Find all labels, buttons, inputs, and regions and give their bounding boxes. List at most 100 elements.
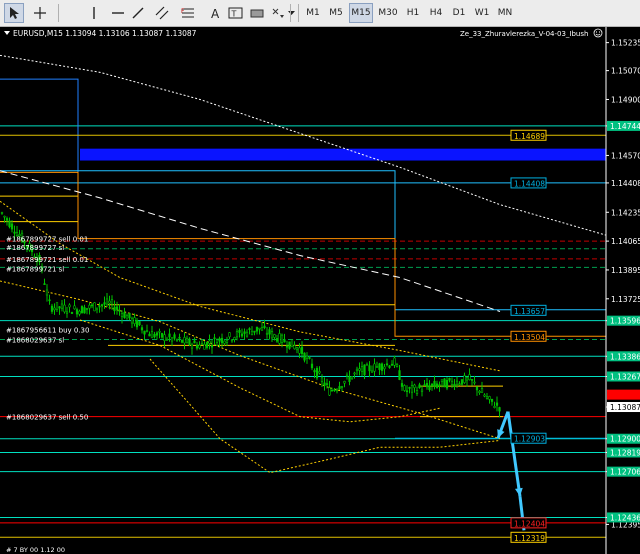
candle-body bbox=[315, 367, 319, 379]
candle-body bbox=[398, 370, 401, 380]
candle-body bbox=[355, 368, 359, 372]
candle-body bbox=[245, 331, 249, 337]
order-label: #1867899727 sell 0.01 bbox=[6, 236, 88, 244]
candle-body bbox=[220, 337, 224, 344]
candle-body bbox=[178, 336, 181, 339]
candle-body bbox=[380, 363, 384, 371]
candle-body bbox=[420, 389, 424, 392]
candle-body bbox=[428, 385, 431, 391]
candle-body bbox=[293, 345, 296, 350]
candle-body bbox=[5, 218, 9, 221]
candle-body bbox=[200, 342, 204, 345]
timeframe-d1[interactable]: D1 bbox=[449, 3, 469, 23]
candle-body bbox=[53, 307, 56, 311]
candle-body bbox=[168, 333, 171, 338]
candle-body bbox=[208, 340, 211, 344]
candle-body bbox=[130, 317, 134, 324]
price-axis-marker-red bbox=[607, 389, 640, 400]
candle-body bbox=[8, 220, 11, 228]
candle-body bbox=[298, 347, 301, 354]
price-chart[interactable]: #1867899727 sell 0.01 #1867899727 sl #1867… bbox=[0, 27, 640, 554]
bottom-status-text: # 7 BY 00 1.12 00 bbox=[6, 546, 65, 554]
order-label: #1867899727 sl bbox=[6, 244, 64, 252]
candle-body bbox=[78, 310, 81, 315]
candle-body bbox=[110, 299, 114, 305]
candle-body bbox=[120, 313, 124, 318]
arrow-mark-icon bbox=[270, 6, 286, 20]
candle-body bbox=[418, 384, 421, 389]
timeframe-m1[interactable]: M1 bbox=[303, 3, 323, 23]
candle-body bbox=[300, 346, 304, 354]
price-axis-label: 1.13895 bbox=[611, 266, 640, 275]
cursor-icon bbox=[7, 6, 21, 20]
text-tool[interactable]: A bbox=[205, 3, 225, 23]
candle-body bbox=[365, 363, 369, 366]
chart-toolbar: F A T M1 M5 M15 M30 H1 H4 D1 W1 MN bbox=[0, 0, 640, 27]
candle-body bbox=[448, 377, 451, 381]
candle-body bbox=[93, 302, 96, 312]
candle-body bbox=[95, 307, 99, 310]
candle-body bbox=[345, 374, 349, 377]
candle-body bbox=[493, 406, 496, 408]
timeframe-h1[interactable]: H1 bbox=[403, 3, 423, 23]
label-tool[interactable]: T bbox=[226, 3, 246, 23]
candle-body bbox=[240, 333, 244, 337]
candle-body bbox=[363, 364, 366, 376]
candle-body bbox=[180, 339, 184, 343]
price-label-text: 1.14689 bbox=[514, 132, 545, 141]
candle-body bbox=[440, 379, 444, 383]
cursor-tool[interactable] bbox=[4, 3, 24, 23]
candle-body bbox=[378, 363, 381, 370]
candle-body bbox=[140, 327, 144, 331]
candle-body bbox=[373, 363, 376, 372]
candle-body bbox=[118, 309, 121, 312]
label-icon: T bbox=[228, 6, 244, 20]
timeframe-mn[interactable]: MN bbox=[495, 3, 515, 23]
candle-body bbox=[458, 383, 461, 386]
candle-body bbox=[495, 402, 499, 406]
toolbar-separator bbox=[58, 4, 59, 22]
chart-canvas[interactable]: #1867899727 sell 0.01#1867899727 sl #1867… bbox=[0, 27, 640, 554]
candle-body bbox=[165, 338, 169, 341]
candle-body bbox=[465, 377, 469, 381]
timeframe-h4[interactable]: H4 bbox=[426, 3, 446, 23]
candle-body bbox=[393, 357, 396, 366]
candle-body bbox=[98, 305, 101, 308]
timeframe-m30[interactable]: M30 bbox=[376, 3, 400, 23]
candle-body bbox=[263, 325, 266, 329]
vertical-line-tool[interactable] bbox=[84, 3, 104, 23]
smiley-eye bbox=[595, 31, 598, 33]
candle-body bbox=[258, 327, 261, 330]
timeframe-w1[interactable]: W1 bbox=[472, 3, 492, 23]
price-label-text: 1.13657 bbox=[514, 307, 545, 316]
timeframe-m5[interactable]: M5 bbox=[326, 3, 346, 23]
candle-body bbox=[340, 386, 344, 388]
timeframe-m15[interactable]: M15 bbox=[349, 3, 373, 23]
crosshair-tool[interactable] bbox=[30, 3, 50, 23]
candle-body bbox=[308, 357, 311, 359]
candle-body bbox=[383, 366, 386, 370]
candle-body bbox=[103, 302, 106, 305]
candle-body bbox=[390, 363, 394, 366]
candle-body bbox=[213, 337, 216, 340]
candle-body bbox=[368, 365, 371, 372]
arrow-mark-tool[interactable] bbox=[268, 3, 288, 23]
candle-body bbox=[275, 338, 279, 342]
trendline-tool[interactable] bbox=[128, 3, 148, 23]
tools-dropdown[interactable] bbox=[287, 3, 295, 23]
horizontal-line-tool[interactable] bbox=[108, 3, 128, 23]
fibonacci-tool[interactable]: F bbox=[178, 3, 198, 23]
candle-body bbox=[375, 366, 379, 368]
candle-body bbox=[335, 389, 339, 392]
candle-body bbox=[285, 345, 289, 348]
candle-body bbox=[203, 343, 206, 350]
rectangle-tool[interactable] bbox=[247, 3, 267, 23]
candle-body bbox=[148, 333, 151, 337]
svg-text:F: F bbox=[181, 8, 185, 15]
price-label-text: 1.12319 bbox=[514, 534, 545, 543]
chevron-down-icon bbox=[287, 10, 295, 16]
svg-text:A: A bbox=[211, 7, 220, 20]
channel-tool[interactable] bbox=[152, 3, 172, 23]
candle-body bbox=[408, 387, 411, 389]
candle-body bbox=[133, 317, 136, 325]
